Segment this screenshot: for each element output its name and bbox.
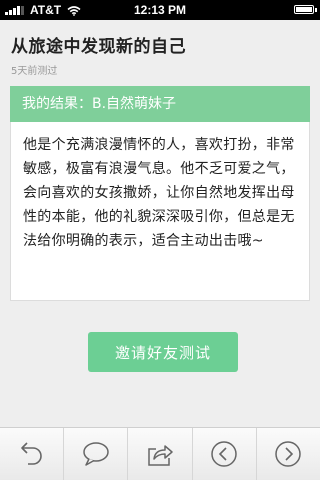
back-button[interactable] — [193, 428, 257, 480]
comment-icon — [81, 440, 111, 468]
comment-button[interactable] — [64, 428, 129, 480]
bottom-toolbar — [0, 427, 320, 480]
invite-friends-button[interactable]: 邀请好友测试 — [88, 332, 238, 372]
battery-tip — [315, 8, 317, 12]
result-card: 我的结果：B.自然萌妹子 他是个充满浪漫情怀的人，喜欢打扮，非常敏感，极富有浪漫… — [10, 86, 310, 301]
back-icon — [209, 439, 239, 469]
forward-icon — [273, 439, 303, 469]
test-time-label: 5天前测过 — [11, 66, 58, 77]
battery-level-fill — [296, 7, 312, 12]
page-title: 从旅途中发现新的自己 — [11, 37, 186, 57]
share-button[interactable] — [128, 428, 193, 480]
result-description: 他是个充满浪漫情怀的人，喜欢打扮，非常敏感，极富有浪漫气息。他不乏可爱之气，会向… — [23, 137, 295, 249]
undo-icon — [19, 439, 45, 469]
status-bar: AT&T 12:13 PM — [0, 0, 320, 20]
battery-icon — [294, 5, 314, 14]
status-time: 12:13 PM — [133, 3, 187, 17]
phone-screen: AT&T 12:13 PM 从旅途中发现新的自己 5天前测过 我的结果：B.自然… — [0, 0, 320, 480]
undo-button[interactable] — [0, 428, 65, 480]
result-header: 我的结果：B.自然萌妹子 — [10, 86, 310, 122]
share-icon — [145, 440, 175, 468]
forward-button[interactable] — [257, 428, 320, 480]
